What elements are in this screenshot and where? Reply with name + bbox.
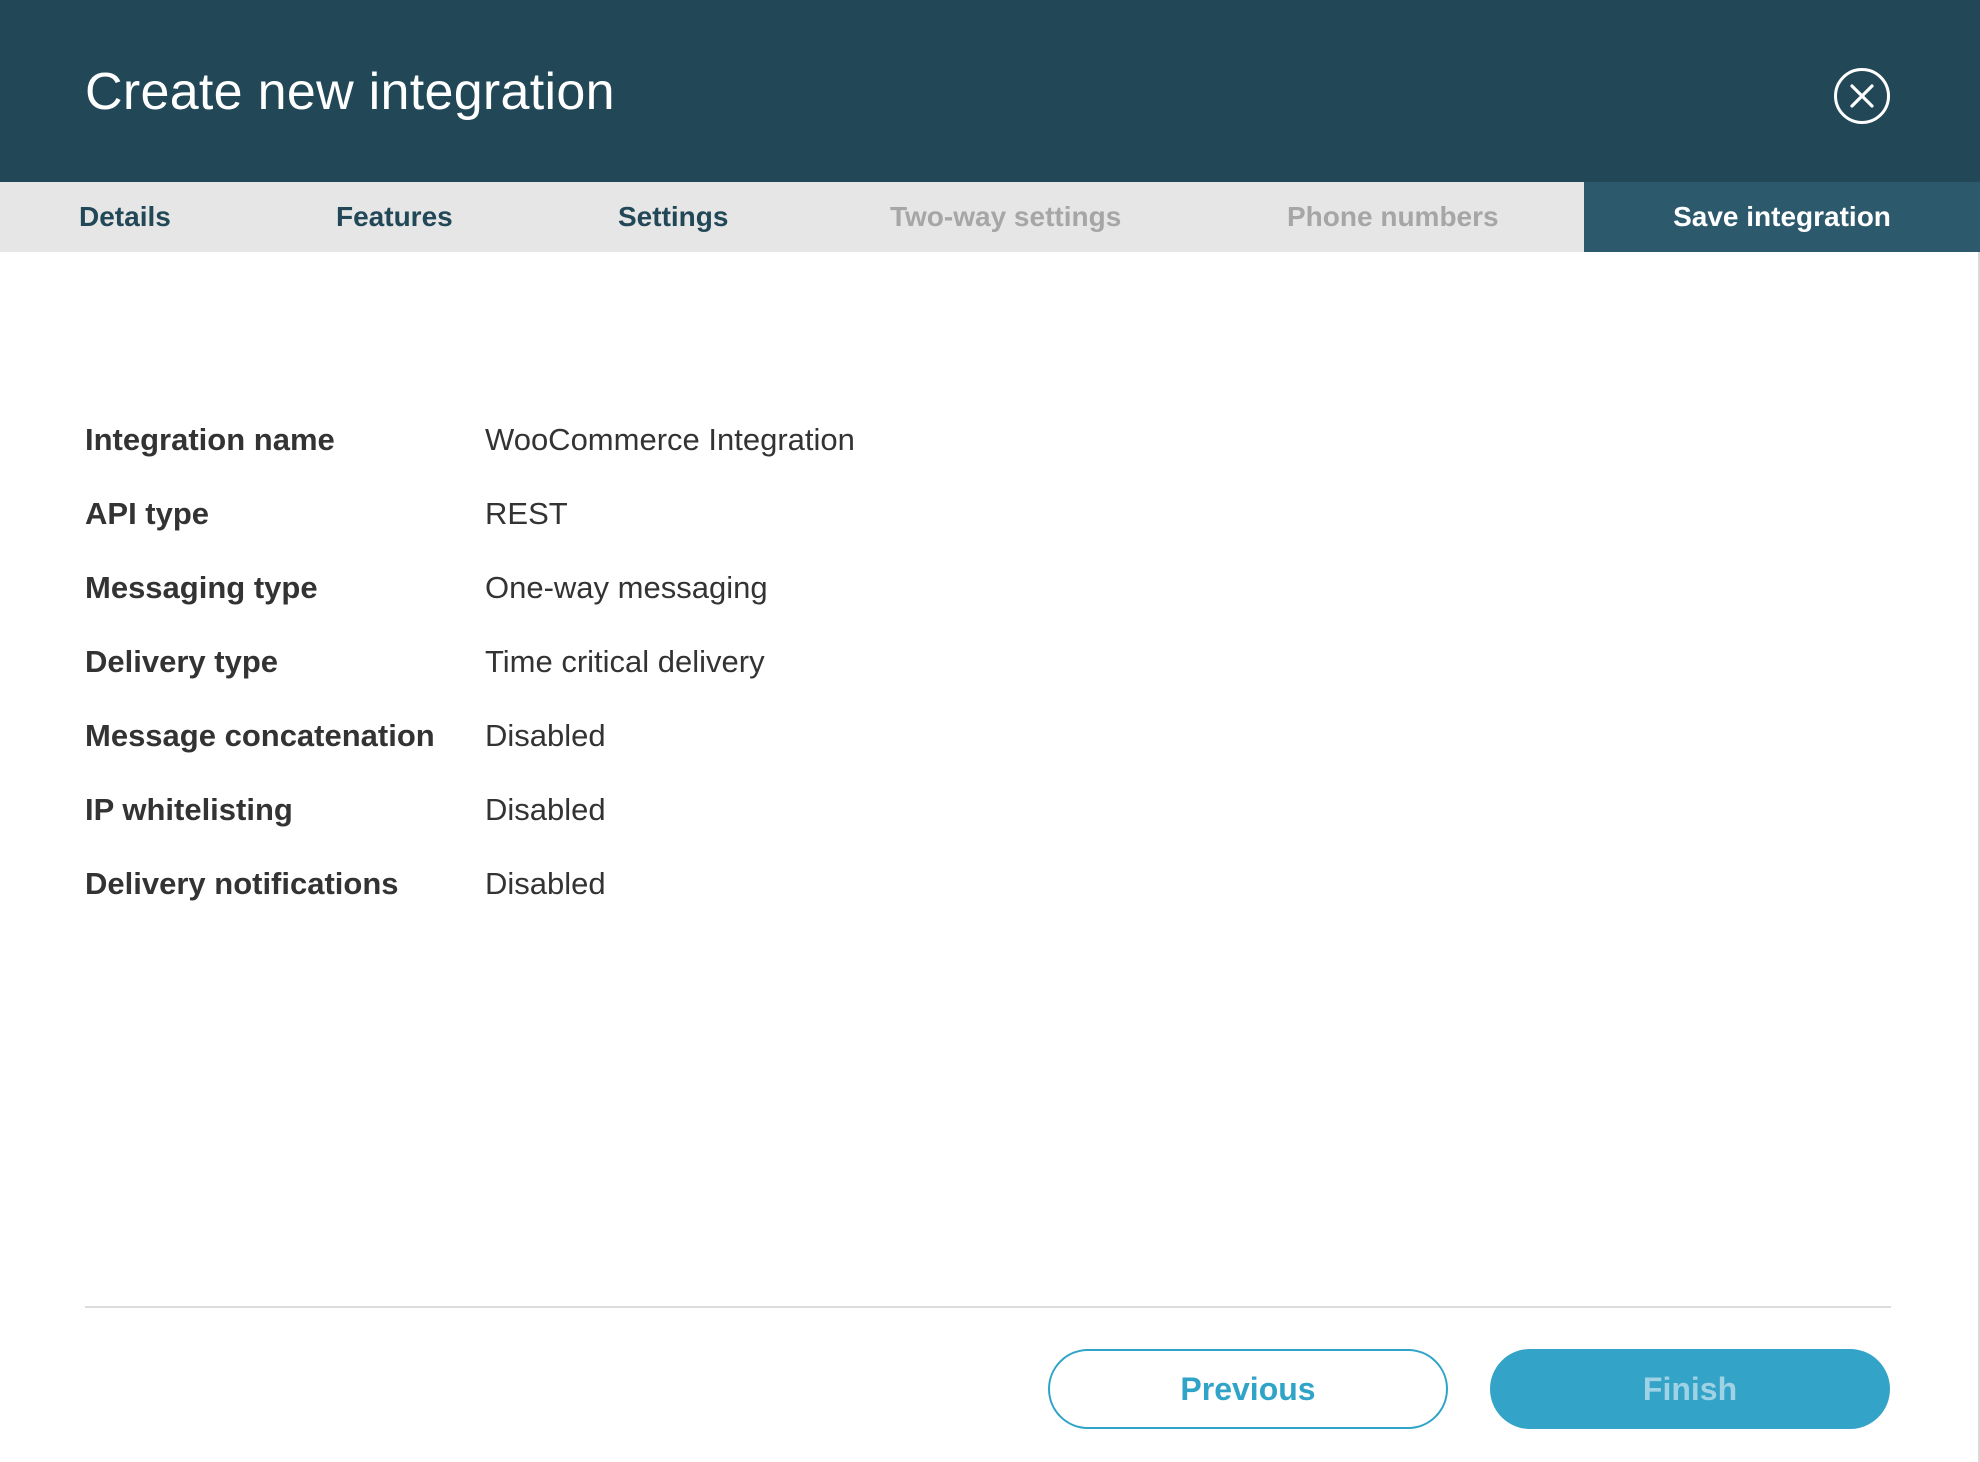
summary-value: REST	[485, 496, 568, 531]
summary-label: Integration name	[85, 422, 335, 457]
summary-value: Time critical delivery	[485, 644, 765, 679]
summary-row: Delivery type Time critical delivery	[85, 622, 1285, 696]
dialog-header: Create new integration	[0, 0, 1980, 182]
tab-save-integration[interactable]: Save integration	[1584, 182, 1980, 252]
summary-value: Disabled	[485, 792, 606, 827]
summary-row: IP whitelisting Disabled	[85, 770, 1285, 844]
summary-row: Delivery notifications Disabled	[85, 844, 1285, 918]
footer-divider	[85, 1306, 1891, 1308]
summary-value: Disabled	[485, 866, 606, 901]
summary-label: Messaging type	[85, 570, 318, 605]
summary-label: IP whitelisting	[85, 792, 293, 827]
summary-label: Delivery notifications	[85, 866, 399, 901]
tab-phone-numbers: Phone numbers	[1287, 201, 1499, 232]
close-circle-icon	[1850, 84, 1874, 108]
tab-settings[interactable]: Settings	[618, 182, 728, 252]
summary-row: API type REST	[85, 474, 1285, 548]
summary-value: Disabled	[485, 718, 606, 753]
tab-features[interactable]: Features	[336, 182, 453, 252]
summary-row: Integration name WooCommerce Integration	[85, 400, 1285, 474]
finish-button[interactable]: Finish	[1490, 1349, 1890, 1429]
summary-row: Messaging type One-way messaging	[85, 548, 1285, 622]
summary-value: WooCommerce Integration	[485, 422, 855, 457]
summary-value: One-way messaging	[485, 570, 768, 605]
summary-row: Message concatenation Disabled	[85, 696, 1285, 770]
previous-button[interactable]: Previous	[1048, 1349, 1448, 1429]
tab-details[interactable]: Details	[79, 182, 171, 252]
close-button[interactable]	[1834, 68, 1890, 124]
summary-label: Message concatenation	[85, 718, 435, 753]
dialog-title: Create new integration	[85, 63, 615, 121]
wizard-steps: Details Features Settings Two-way settin…	[0, 182, 1980, 252]
summary-label: API type	[85, 496, 210, 531]
summary-label: Delivery type	[85, 644, 278, 679]
tab-two-way-settings: Two-way settings	[890, 201, 1122, 232]
create-integration-dialog: Create new integration Details Features …	[0, 0, 1980, 1462]
